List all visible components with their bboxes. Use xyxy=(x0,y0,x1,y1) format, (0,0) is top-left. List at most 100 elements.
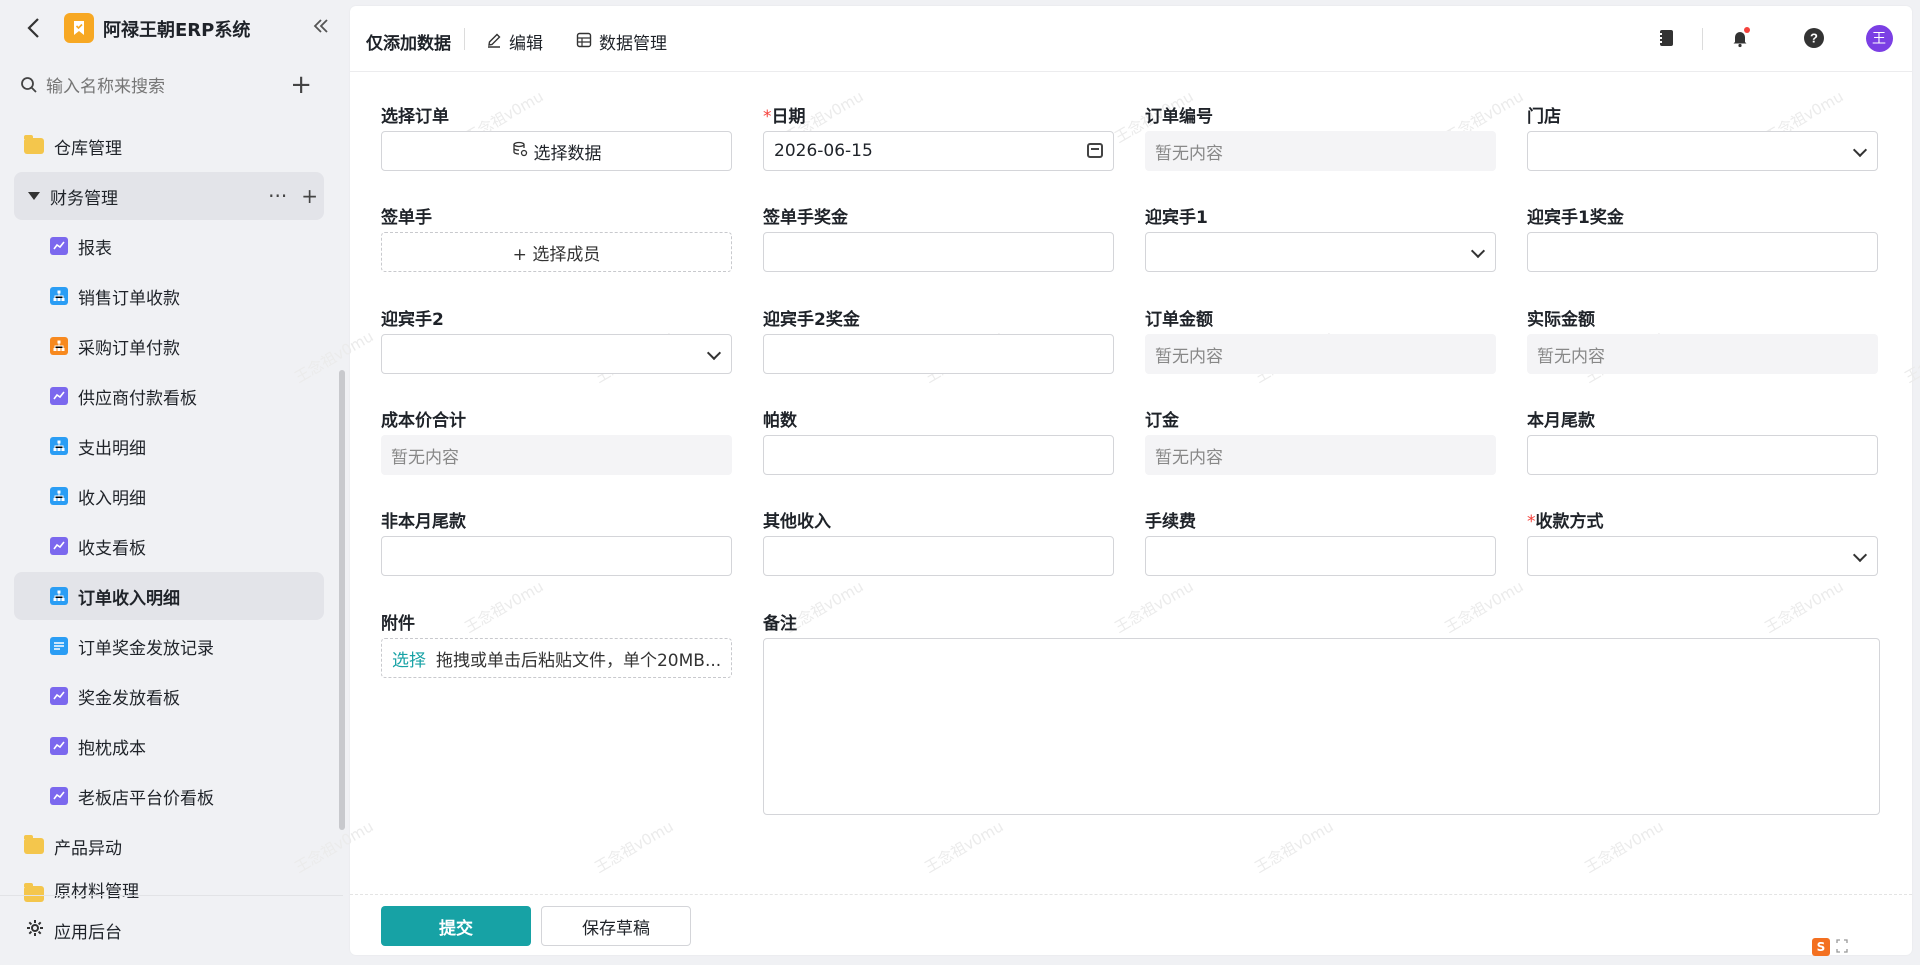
org-tree-icon xyxy=(50,587,68,605)
field-label: 成本价合计 xyxy=(381,411,466,431)
expand-icon[interactable] xyxy=(1836,937,1848,958)
sidebar-item-label: 销售订单收款 xyxy=(78,288,180,309)
app-title: 阿禄王朝ERP系统 xyxy=(103,20,251,41)
field-greeter2-bonus: 迎宾手2奖金 xyxy=(763,305,1115,377)
sidebar-item-warehouse[interactable]: 仓库管理 xyxy=(14,122,324,170)
deposit-readonly: 暂无内容 xyxy=(1145,435,1496,475)
sidebar-item-product-change[interactable]: 产品异动 xyxy=(14,822,324,870)
sidebar-item-label: 奖金发放看板 xyxy=(78,688,180,709)
field-greeter1: 迎宾手1 xyxy=(1145,203,1497,275)
org-tree-icon xyxy=(50,287,68,305)
sidebar-item-expense-detail[interactable]: 支出明细 xyxy=(14,422,324,470)
caret-down-icon[interactable] xyxy=(28,192,40,200)
sidebar-header: 阿禄王朝ERP系统 xyxy=(0,0,343,60)
save-draft-button[interactable]: 保存草稿 xyxy=(541,906,691,946)
sidebar-item-purchase-payments[interactable]: 采购订单付款 xyxy=(14,322,324,370)
submit-button[interactable]: 提交 xyxy=(381,906,531,946)
select-member-button[interactable]: + 选择成员 xyxy=(381,232,732,272)
field-fee: 手续费 xyxy=(1145,507,1497,579)
frames-input[interactable] xyxy=(763,435,1114,475)
sidebar-item-supplier-board[interactable]: 供应商付款看板 xyxy=(14,372,324,420)
sidebar-item-finance[interactable]: 财务管理 ··· + xyxy=(14,172,324,220)
store-select[interactable] xyxy=(1527,131,1878,171)
sidebar-item-pillow-cost[interactable]: 抱枕成本 xyxy=(14,722,324,770)
greeter1-select[interactable] xyxy=(1145,232,1496,272)
sidebar-item-bonus-board[interactable]: 奖金发放看板 xyxy=(14,672,324,720)
sidebar-item-order-income-detail[interactable]: 订单收入明细 xyxy=(14,572,324,620)
attachment-dropzone[interactable]: 选择 拖拽或单击后粘贴文件，单个20MB... xyxy=(381,638,732,678)
view-title: 仅添加数据 xyxy=(366,34,451,54)
upload-hint: 拖拽或单击后粘贴文件，单个20MB... xyxy=(435,650,721,671)
chart-icon xyxy=(50,687,68,705)
field-date: *日期 2026-06-15 xyxy=(763,102,1115,174)
sidebar-item-income-detail[interactable]: 收入明细 xyxy=(14,472,324,520)
greeter1-bonus-input[interactable] xyxy=(1527,232,1878,272)
help-icon[interactable]: ? xyxy=(1800,24,1828,52)
watermark-text: 王念祖v0mu xyxy=(1581,817,1667,877)
field-label: 迎宾手2 xyxy=(381,310,444,330)
sidebar-item-report[interactable]: 报表 xyxy=(14,222,324,270)
sidebar-item-label: 仓库管理 xyxy=(54,138,122,159)
back-arrow-icon[interactable] xyxy=(20,15,46,41)
gear-icon xyxy=(26,919,44,942)
greeter2-select[interactable] xyxy=(381,334,732,374)
chevron-down-icon xyxy=(1470,243,1486,259)
field-label: 其他收入 xyxy=(763,512,831,532)
sidebar-item-label: 订单收入明细 xyxy=(78,588,180,609)
app-root: 阿禄王朝ERP系统 + 仓库管理 财务管理 ··· + xyxy=(0,0,1920,965)
sidebar-item-bonus-records[interactable]: 订单奖金发放记录 xyxy=(14,622,324,670)
folder-icon xyxy=(24,135,44,154)
remark-textarea[interactable] xyxy=(763,638,1880,815)
search-icon xyxy=(20,76,40,99)
app-backend-link[interactable]: 应用后台 xyxy=(0,895,343,965)
sidebar-item-label: 产品异动 xyxy=(54,838,122,859)
select-file-link[interactable]: 选择 xyxy=(392,646,426,671)
add-child-icon[interactable]: + xyxy=(301,184,318,208)
svg-text:?: ? xyxy=(1810,31,1818,46)
field-frames: 帕数 xyxy=(763,406,1115,478)
calendar-icon[interactable] xyxy=(1087,143,1103,158)
sidebar-item-label: 支出明细 xyxy=(78,438,146,459)
org-tree-icon xyxy=(50,337,68,355)
notebook-icon[interactable] xyxy=(1652,24,1680,52)
select-data-button[interactable]: 选择数据 xyxy=(381,131,732,171)
sidebar-item-label: 老板店平台价看板 xyxy=(78,788,214,809)
sidebar-item-income-expense-board[interactable]: 收支看板 xyxy=(14,522,324,570)
greeter2-bonus-input[interactable] xyxy=(763,334,1114,374)
more-icon[interactable]: ··· xyxy=(268,184,287,208)
sidebar-item-sales-receipts[interactable]: 销售订单收款 xyxy=(14,272,324,320)
pay-method-select[interactable] xyxy=(1527,536,1878,576)
field-month-balance: 本月尾款 xyxy=(1527,406,1879,478)
other-income-input[interactable] xyxy=(763,536,1114,576)
date-value: 2026-06-15 xyxy=(774,141,873,161)
user-avatar[interactable]: 王 xyxy=(1865,24,1893,52)
sidebar-item-platform-price-board[interactable]: 老板店平台价看板 xyxy=(14,772,324,820)
signer-bonus-input[interactable] xyxy=(763,232,1114,272)
sidebar-item-label: 供应商付款看板 xyxy=(78,388,197,409)
sidebar-item-label: 报表 xyxy=(78,238,112,259)
sidebar-search: + xyxy=(20,70,320,102)
field-attachment: 附件 选择 拖拽或单击后粘贴文件，单个20MB... xyxy=(381,609,733,681)
avatar: 王 xyxy=(1865,24,1893,52)
list-icon xyxy=(50,637,68,655)
field-label: 帕数 xyxy=(763,411,797,431)
add-item-icon[interactable]: + xyxy=(290,70,312,100)
fee-input[interactable] xyxy=(1145,536,1496,576)
ime-icon[interactable]: S xyxy=(1812,938,1830,956)
non-month-balance-input[interactable] xyxy=(381,536,732,576)
search-input[interactable] xyxy=(46,77,266,97)
org-tree-icon xyxy=(50,487,68,505)
date-input[interactable]: 2026-06-15 xyxy=(763,131,1114,171)
sidebar-scrollbar[interactable] xyxy=(339,370,345,830)
cost-total-readonly: 暂无内容 xyxy=(381,435,732,475)
edit-button[interactable]: 编辑 xyxy=(486,29,543,54)
watermark-text: 王念祖v0mu xyxy=(921,817,1007,877)
bell-icon[interactable] xyxy=(1726,24,1754,52)
select-data-label: 选择数据 xyxy=(533,143,602,164)
order-no-readonly: 暂无内容 xyxy=(1145,131,1496,171)
data-manage-button[interactable]: 数据管理 xyxy=(576,29,667,54)
month-balance-input[interactable] xyxy=(1527,435,1878,475)
chart-icon xyxy=(50,787,68,805)
collapse-sidebar-icon[interactable] xyxy=(312,16,330,40)
main-panel: 仅添加数据 编辑 数据管理 ? 王 王念祖v0mu 王念祖v0mu 王念祖v0m… xyxy=(292,6,1920,958)
